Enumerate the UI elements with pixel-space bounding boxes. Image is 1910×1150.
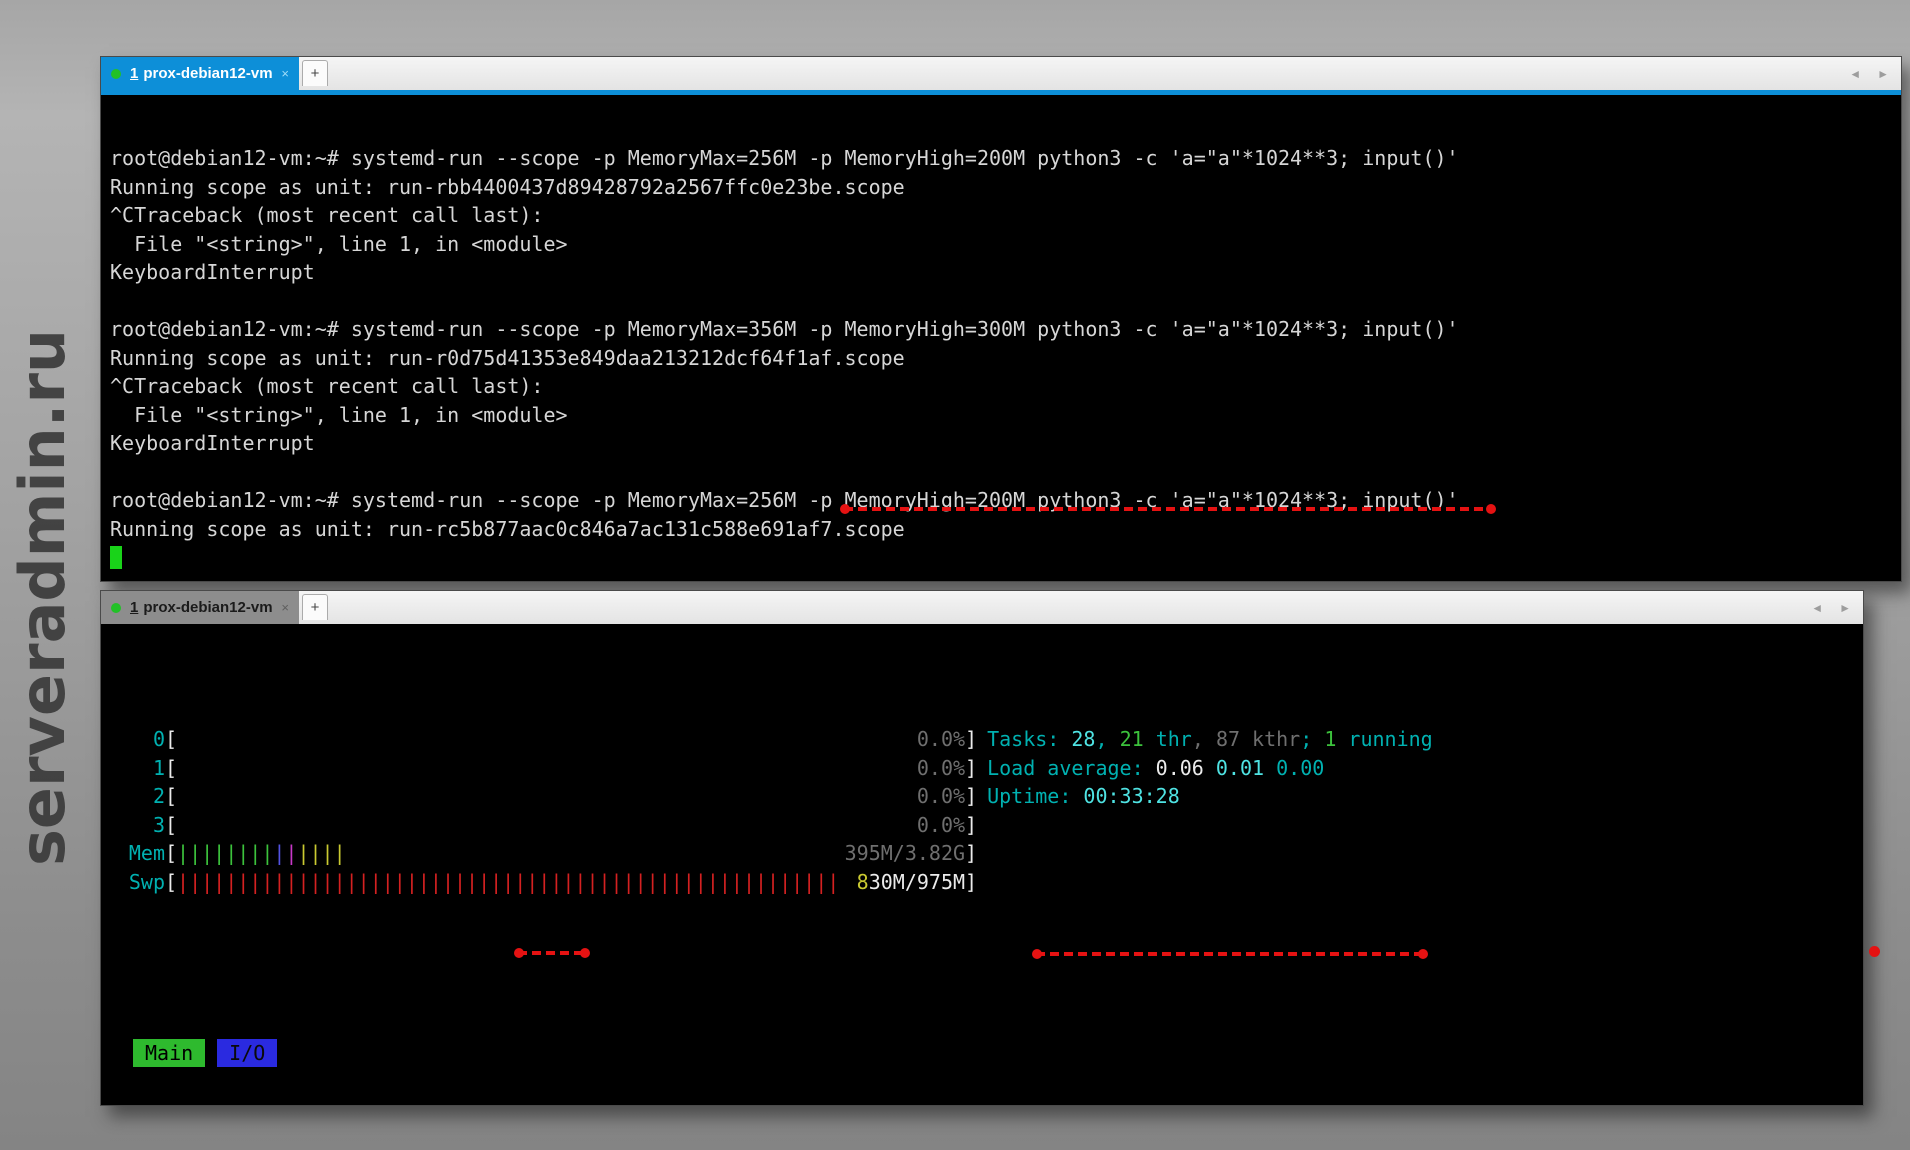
meter-row-3: 3[0.0%] [104,811,1863,840]
meter-bar-area: 0.0% [177,782,965,811]
annotation-dashed-underline-process [1036,952,1424,956]
scroll-right-icon[interactable]: ► [1839,601,1851,615]
text-segment: 0.0% [917,756,965,780]
meter-label: 3 [104,811,165,840]
text-segment: 28 [1071,727,1095,751]
header-info-text: Tasks: 28, 21 thr, 87 kthr; 1 running [987,725,1433,754]
text-segment: 0.00 [1276,756,1324,780]
terminal-line [110,543,1901,572]
scroll-left-icon[interactable]: ◄ [1811,601,1823,615]
terminal-line: File "<string>", line 1, in <module> [110,401,1901,430]
text-segment: running [1336,727,1432,751]
text-segment: |||||||| [177,841,273,865]
tab-scroll-arrows: ◄ ► [1811,591,1851,624]
annotation-dashed-underline-res [518,951,586,955]
connected-dot-icon [111,603,121,613]
terminal-window-bottom: 1prox-debian12-vm × + ◄ ► 0[0.0%]Tasks: … [100,590,1864,1106]
terminal-line: ^CTraceback (most recent call last): [110,372,1901,401]
text-segment: , [1192,727,1216,751]
close-icon[interactable]: × [281,66,289,81]
scroll-left-icon[interactable]: ◄ [1849,67,1861,81]
meter-bar-area: ||||||||||||||395M/3.82G [177,839,965,868]
meter-label: Swp [104,868,165,897]
text-segment: | [285,841,297,865]
bottom-tab-bar: 1prox-debian12-vm × + ◄ ► [101,591,1863,624]
text-segment: 1 [1324,727,1336,751]
text-segment: 87 kthr [1216,727,1300,751]
annotation-dot [1869,946,1880,957]
terminal-line: root@debian12-vm:~# systemd-run --scope … [110,144,1901,173]
text-segment: ||||||||||||||||||||||||||||||||||||||||… [177,870,839,894]
terminal-line: KeyboardInterrupt [110,429,1901,458]
terminal-line: KeyboardInterrupt [110,258,1901,287]
meter-label: 2 [104,782,165,811]
terminal-window-top: 1prox-debian12-vm × + ◄ ► root@debian12-… [100,56,1902,582]
meter-row-2: 2[0.0%]Uptime: 00:33:28 [104,782,1863,811]
terminal-line: Running scope as unit: run-rc5b877aac0c8… [110,515,1901,544]
text-segment: thr [1144,727,1192,751]
htop-meters: 0[0.0%]Tasks: 28, 21 thr, 87 kthr; 1 run… [104,725,1863,896]
htop-view-tab-io[interactable]: I/O [217,1039,277,1068]
text-segment: 00:33:28 [1083,784,1179,808]
text-segment: 21 [1120,727,1144,751]
tab-title: 1prox-debian12-vm [130,65,273,82]
header-info-text: Uptime: 00:33:28 [987,782,1180,811]
text-segment: Load average: [987,756,1156,780]
text-segment: 0.01 [1216,756,1276,780]
watermark: serveradmin.ru [6,329,79,866]
terminal-line: root@debian12-vm:~# systemd-run --scope … [110,315,1901,344]
htop-view-tab-main[interactable]: Main [133,1039,205,1068]
text-segment: 8 [857,870,869,894]
tab-scroll-arrows: ◄ ► [1849,57,1889,90]
meter-row-1: 1[0.0%]Load average: 0.06 0.01 0.00 [104,754,1863,783]
text-segment: 0.0% [917,784,965,808]
tab-prox-debian12-vm-bottom[interactable]: 1prox-debian12-vm × [101,591,299,624]
new-tab-button[interactable]: + [302,60,328,86]
tab-title: 1prox-debian12-vm [130,599,273,616]
terminal-line: ^CTraceback (most recent call last): [110,201,1901,230]
terminal-cursor [110,546,122,569]
text-segment: 395M/3.82G [845,841,965,865]
text-segment: Uptime: [987,784,1083,808]
tab-prox-debian12-vm-top[interactable]: 1prox-debian12-vm × [101,57,299,90]
terminal-line: Running scope as unit: run-rbb4400437d89… [110,173,1901,202]
text-segment: | [273,841,285,865]
meter-label: 0 [104,725,165,754]
meter-bar-area: 0.0% [177,811,965,840]
connected-dot-icon [111,69,121,79]
meter-bar-area: 0.0% [177,754,965,783]
terminal-line: File "<string>", line 1, in <module> [110,230,1901,259]
annotation-dashed-underline-command [844,507,1492,511]
meter-row-0: 0[0.0%]Tasks: 28, 21 thr, 87 kthr; 1 run… [104,725,1863,754]
meter-bar-area: ||||||||||||||||||||||||||||||||||||||||… [177,868,965,897]
top-tab-bar: 1prox-debian12-vm × + ◄ ► [101,57,1901,90]
meter-bar-area: 0.0% [177,725,965,754]
htop-view-tabs: Main I/O [104,1039,1863,1068]
blank-line [104,953,1863,982]
desktop: serveradmin.ru 1prox-debian12-vm × + ◄ ►… [0,0,1910,1150]
text-segment: 0.06 [1156,756,1216,780]
new-tab-button[interactable]: + [302,594,328,620]
meter-label: Mem [104,839,165,868]
text-segment: |||| [297,841,345,865]
text-segment: , [1095,727,1119,751]
terminal-line [110,458,1901,487]
text-segment: ; [1300,727,1324,751]
text-segment: 0.0% [917,727,965,751]
meter-row-swp: Swp[||||||||||||||||||||||||||||||||||||… [104,868,1863,897]
text-segment: Tasks: [987,727,1071,751]
terminal-line [110,287,1901,316]
text-segment: 0.0% [917,813,965,837]
header-info-text: Load average: 0.06 0.01 0.00 [987,754,1324,783]
meter-label: 1 [104,754,165,783]
text-segment: 30M/975M [869,870,965,894]
scroll-right-icon[interactable]: ► [1877,67,1889,81]
terminal-line: Running scope as unit: run-r0d75d41353e8… [110,344,1901,373]
meter-row-mem: Mem[||||||||||||||395M/3.82G] [104,839,1863,868]
htop-screen: 0[0.0%]Tasks: 28, 21 thr, 87 kthr; 1 run… [101,624,1863,1100]
close-icon[interactable]: × [281,600,289,615]
